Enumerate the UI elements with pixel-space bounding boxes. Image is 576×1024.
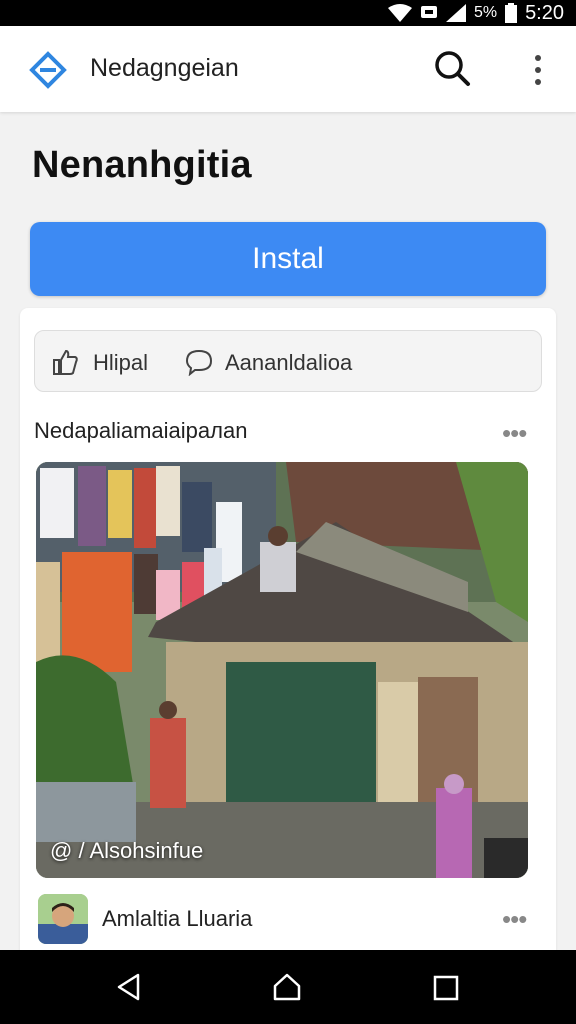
post-photo[interactable]: @ / Alsohsinfue [36, 462, 528, 878]
clock: 5:20 [525, 1, 564, 24]
action-row: Hlipal Aananldalioa [34, 330, 542, 392]
home-icon[interactable] [272, 972, 302, 1002]
post-author: Nedapaliamaiaipaлan [34, 418, 248, 443]
thumbs-up-icon[interactable] [51, 348, 79, 376]
search-icon[interactable] [432, 48, 472, 88]
village-photo-image [36, 462, 528, 878]
like-button[interactable]: Hlipal [93, 350, 148, 376]
system-nav-bar [0, 950, 576, 1024]
recents-square-icon[interactable] [432, 974, 460, 1002]
wifi-icon [387, 4, 412, 22]
more-vert-icon[interactable] [524, 50, 552, 90]
more-horiz-icon[interactable]: ••• [502, 418, 534, 448]
status-bar: 5% 5:20 [0, 0, 576, 26]
comment-icon[interactable] [185, 348, 213, 376]
battery-text: 5% [473, 4, 498, 21]
user-avatar-image [38, 894, 88, 944]
photo-caption: @ / Alsohsinfue [50, 838, 204, 863]
battery-icon [505, 3, 518, 23]
post-card: Hlipal Aananldalioa Nedapaliamaiaipaлan … [20, 308, 556, 968]
more-horiz-icon[interactable]: ••• [502, 904, 534, 934]
signal-icon [445, 4, 466, 22]
page-title: Nenanhgitia [32, 144, 252, 186]
app-bar: Nedagngeian [0, 26, 576, 112]
back-triangle-icon[interactable] [114, 972, 144, 1002]
diamond-logo-icon[interactable] [28, 50, 68, 90]
install-button[interactable]: Instal [30, 222, 546, 296]
notification-icon [420, 6, 437, 18]
avatar[interactable] [38, 894, 88, 944]
comment-button[interactable]: Aananldalioa [225, 350, 352, 376]
user-name: Amlaltia Lluaria [102, 906, 253, 931]
app-title: Nedagngeian [90, 54, 239, 82]
